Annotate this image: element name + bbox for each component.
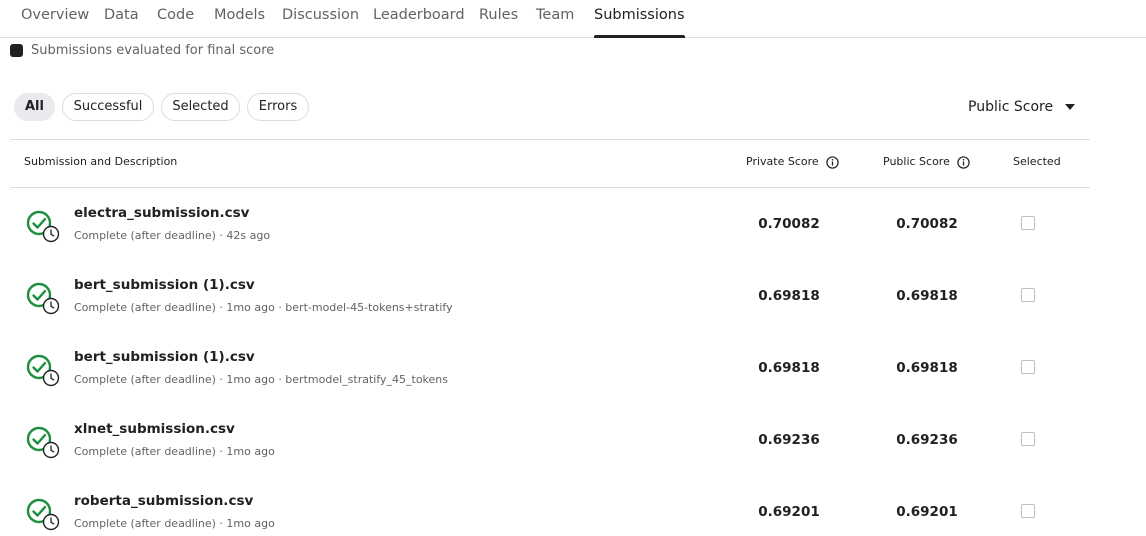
submission-file-name[interactable]: bert_submission (1).csv (74, 349, 255, 365)
tab-rules[interactable]: Rules (479, 0, 518, 37)
submission-meta: Complete (after deadline) · 1mo ago · be… (74, 373, 448, 386)
submission-meta: Complete (after deadline) · 1mo ago (74, 517, 275, 530)
info-icon[interactable] (957, 155, 970, 169)
sort-dropdown-label: Public Score (968, 99, 1054, 115)
tab-data[interactable]: Data (104, 0, 139, 37)
table-row: electra_submission.csv Complete (after d… (0, 188, 1146, 260)
sort-dropdown[interactable]: Public Score (968, 96, 1076, 118)
table-row: bert_submission (1).csv Complete (after … (0, 260, 1146, 332)
public-score: 0.69201 (896, 504, 958, 520)
filter-chip-selected[interactable]: Selected (161, 93, 240, 121)
table-row: roberta_submission.csv Complete (after d… (0, 476, 1146, 536)
caret-down-icon (1065, 104, 1076, 110)
private-score: 0.69236 (758, 432, 820, 448)
legend-swatch (10, 43, 23, 57)
private-score: 0.70082 (758, 216, 820, 232)
success-check-clock-icon (26, 282, 60, 315)
select-checkbox[interactable] (1021, 504, 1035, 518)
submission-file-name[interactable]: electra_submission.csv (74, 205, 249, 221)
column-header-selected: Selected (1013, 155, 1061, 168)
tab-models[interactable]: Models (214, 0, 265, 37)
filter-chip-successful[interactable]: Successful (62, 93, 154, 121)
column-header-public-score: Public Score (883, 153, 970, 171)
tab-code[interactable]: Code (157, 0, 194, 37)
column-header-private-score: Private Score (746, 153, 839, 171)
filter-chip-all[interactable]: All (14, 93, 55, 121)
tab-leaderboard[interactable]: Leaderboard (373, 0, 465, 37)
submission-file-name[interactable]: bert_submission (1).csv (74, 277, 255, 293)
table-top-divider (10, 139, 1090, 140)
success-check-clock-icon (26, 354, 60, 387)
public-score: 0.69818 (896, 360, 958, 376)
select-checkbox[interactable] (1021, 432, 1035, 446)
private-score: 0.69201 (758, 504, 820, 520)
tab-overview[interactable]: Overview (21, 0, 89, 37)
public-score: 0.69818 (896, 288, 958, 304)
select-checkbox[interactable] (1021, 360, 1035, 374)
success-check-clock-icon (26, 210, 60, 243)
column-header-submission: Submission and Description (24, 155, 178, 168)
public-score: 0.70082 (896, 216, 958, 232)
tab-submissions[interactable]: Submissions (594, 0, 685, 38)
private-score: 0.69818 (758, 360, 820, 376)
submission-meta: Complete (after deadline) · 1mo ago · be… (74, 301, 453, 314)
submission-meta: Complete (after deadline) · 42s ago (74, 229, 271, 242)
final-score-legend: Submissions evaluated for final score (10, 41, 274, 59)
success-check-clock-icon (26, 426, 60, 459)
competition-tabs: Overview Data Code Models Discussion Lea… (0, 0, 1146, 38)
info-icon[interactable] (825, 155, 839, 169)
table-row: xlnet_submission.csv Complete (after dea… (0, 404, 1146, 476)
private-score: 0.69818 (758, 288, 820, 304)
tab-discussion[interactable]: Discussion (282, 0, 359, 37)
submission-file-name[interactable]: xlnet_submission.csv (74, 421, 235, 437)
submission-meta: Complete (after deadline) · 1mo ago (74, 445, 275, 458)
select-checkbox[interactable] (1021, 288, 1035, 302)
legend-label: Submissions evaluated for final score (31, 42, 275, 58)
submission-file-name[interactable]: roberta_submission.csv (74, 493, 253, 509)
table-row: bert_submission (1).csv Complete (after … (0, 332, 1146, 404)
public-score: 0.69236 (896, 432, 958, 448)
filter-chip-errors[interactable]: Errors (247, 93, 309, 121)
select-checkbox[interactable] (1021, 216, 1035, 230)
tab-team[interactable]: Team (536, 0, 574, 37)
success-check-clock-icon (26, 498, 60, 531)
